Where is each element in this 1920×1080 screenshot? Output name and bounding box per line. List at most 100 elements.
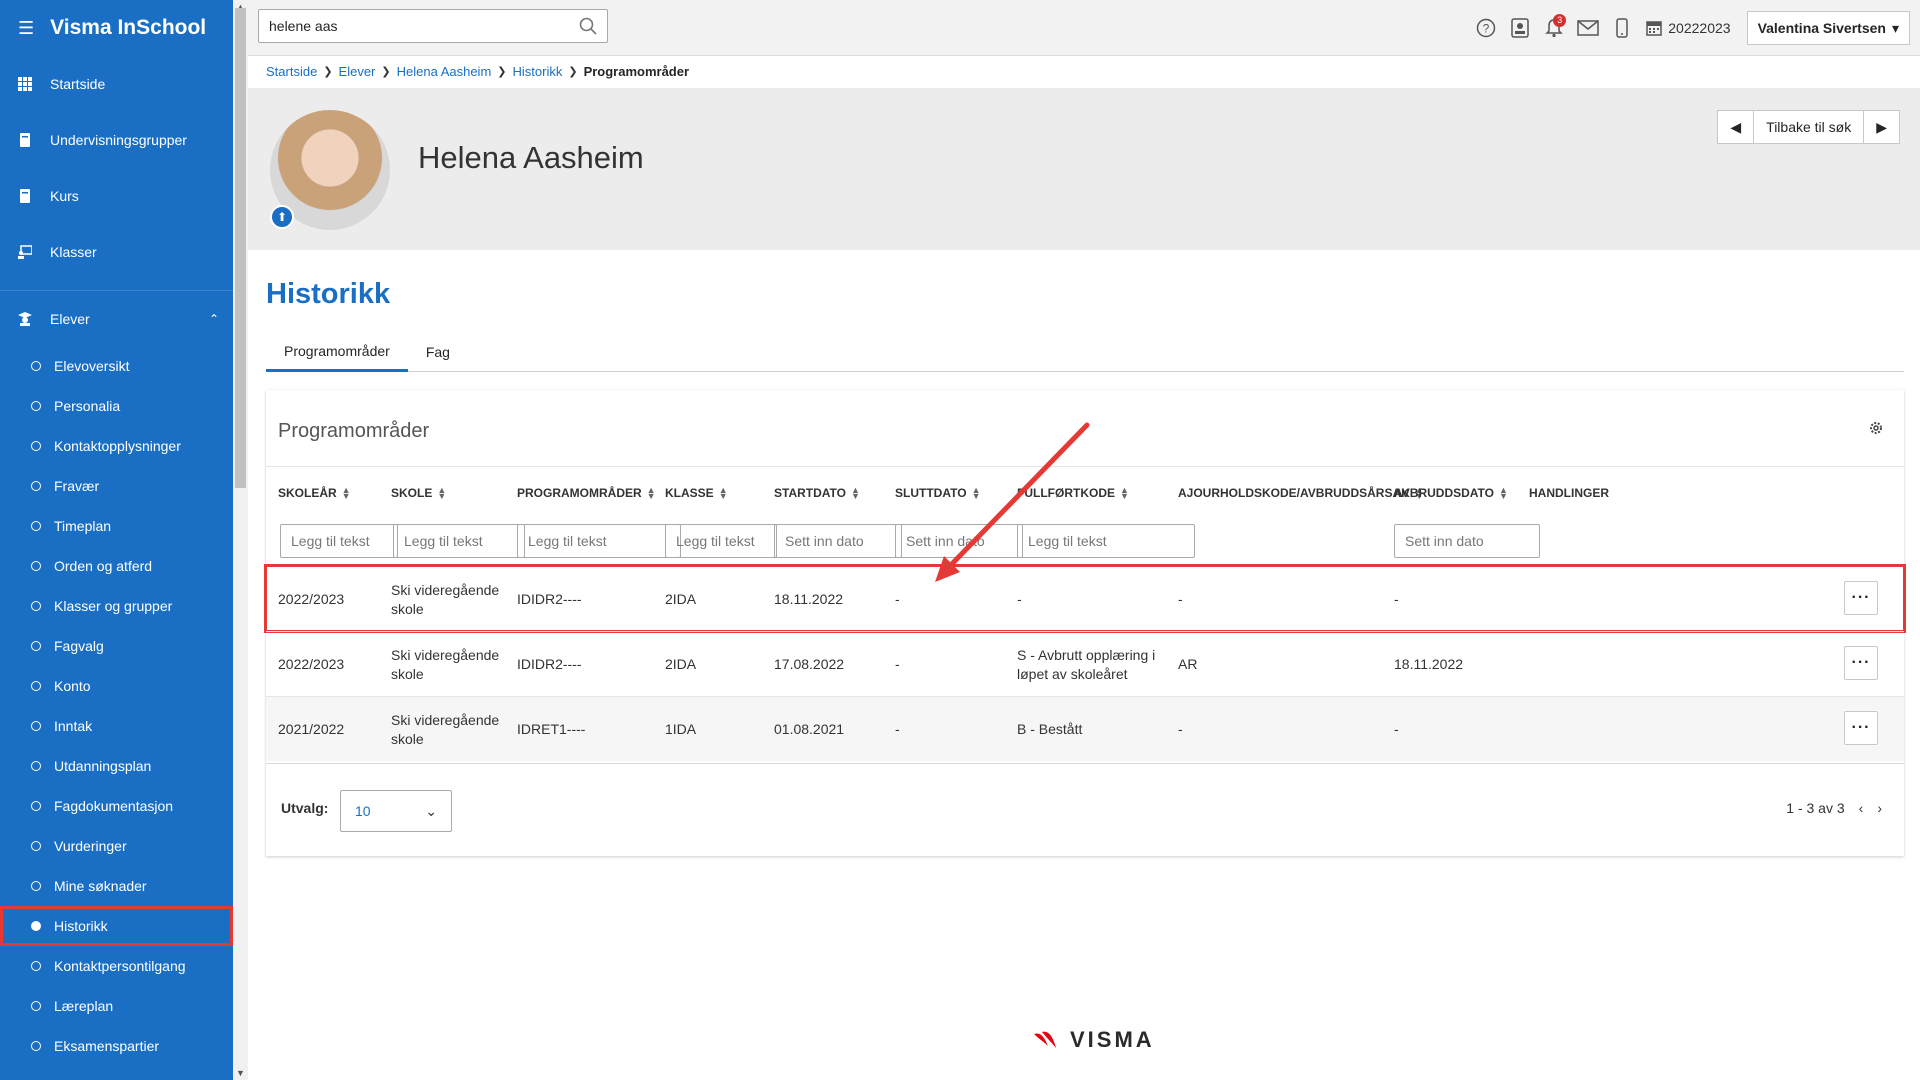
sort-icon[interactable]: ▲ ▼ xyxy=(972,486,981,501)
cell-skolear: 2022/2023 xyxy=(278,591,345,607)
bullet-icon xyxy=(31,361,41,371)
sidebar-item-label: Startside xyxy=(50,76,106,92)
menu-icon[interactable]: ☰ xyxy=(18,18,34,39)
row-actions-button[interactable]: ··· xyxy=(1844,646,1878,680)
page-size-select[interactable]: 10 ⌄ xyxy=(340,790,452,832)
sidebar-subitem-fagdokumentasjon[interactable]: Fagdokumentasjon xyxy=(0,786,233,826)
sidebar-subitem-læreplan[interactable]: Læreplan xyxy=(0,986,233,1026)
contact-card-icon[interactable] xyxy=(1504,12,1536,44)
tab-fag[interactable]: Fag xyxy=(408,332,468,372)
column-header[interactable]: AJOURHOLDSKODE/AVBRUDDSÅRSAK ▲ ▼ xyxy=(1178,486,1424,501)
cell-start: 17.08.2022 xyxy=(774,656,845,672)
cell-program: IDRET1---- xyxy=(517,721,586,737)
sort-icon[interactable]: ▲ ▼ xyxy=(851,486,860,501)
notifications-icon[interactable]: 3 xyxy=(1538,12,1570,44)
sidebar-subitem-vurderinger[interactable]: Vurderinger xyxy=(0,826,233,866)
chevron-up-icon: ⌃ xyxy=(208,311,219,326)
sidebar-subitem-inntak[interactable]: Inntak xyxy=(0,706,233,746)
search-input[interactable]: helene aas xyxy=(258,9,608,43)
sidebar-subitem-konto[interactable]: Konto xyxy=(0,666,233,706)
date-filter-input[interactable]: Sett inn dato xyxy=(774,524,902,558)
sidebar-subitem-elevoversikt[interactable]: Elevoversikt xyxy=(0,346,233,386)
sidebar-subitem-samtaler[interactable]: Samtaler xyxy=(0,1066,233,1080)
column-header-label: SKOLEÅR xyxy=(278,486,337,500)
sidebar-subitem-fagvalg[interactable]: Fagvalg xyxy=(0,626,233,666)
text-filter-input[interactable]: Legg til tekst xyxy=(665,524,777,558)
sidebar-item-kurs[interactable]: Kurs xyxy=(0,168,233,224)
sidebar-subitem-label: Inntak xyxy=(54,718,93,734)
sort-icon[interactable]: ▲ ▼ xyxy=(342,486,351,501)
sort-icon[interactable]: ▲ ▼ xyxy=(1499,486,1508,501)
sidebar-subitem-mine-søknader[interactable]: Mine søknader xyxy=(0,866,233,906)
breadcrumb-student[interactable]: Helena Aasheim xyxy=(397,64,492,79)
sidebar-subitem-personalia[interactable]: Personalia xyxy=(0,386,233,426)
sidebar-item-elever[interactable]: Elever ⌃ xyxy=(0,290,233,346)
bullet-icon xyxy=(31,481,41,491)
column-header[interactable]: KLASSE ▲ ▼ xyxy=(665,486,728,501)
sidebar-scrollbar[interactable]: ▲ ▼ xyxy=(233,0,248,1080)
sidebar-item-startside[interactable]: Startside xyxy=(0,56,233,112)
sidebar-item-undervisningsgrupper[interactable]: Undervisningsgrupper xyxy=(0,112,233,168)
column-header[interactable]: SLUTTDATO ▲ ▼ xyxy=(895,486,981,501)
sidebar-item-klasser[interactable]: Klasser xyxy=(0,224,233,280)
text-filter-input[interactable]: Legg til tekst xyxy=(280,524,398,558)
tab-programomrader[interactable]: Programområder xyxy=(266,332,408,372)
back-to-search-button[interactable]: Tilbake til søk xyxy=(1754,111,1865,143)
column-header[interactable]: AVBRUDDSDATO ▲ ▼ xyxy=(1394,486,1508,501)
scroll-down-icon[interactable]: ▼ xyxy=(236,1068,245,1078)
sort-icon[interactable]: ▲ ▼ xyxy=(1120,486,1129,501)
cell-fullfort: - xyxy=(1017,591,1022,607)
gear-icon[interactable] xyxy=(1868,420,1884,436)
column-header[interactable]: SKOLE ▲ ▼ xyxy=(391,486,446,501)
column-header[interactable]: SKOLEÅR ▲ ▼ xyxy=(278,486,351,501)
column-header[interactable]: STARTDATO ▲ ▼ xyxy=(774,486,860,501)
cell-ajour: AR xyxy=(1178,656,1198,672)
breadcrumb-historikk[interactable]: Historikk xyxy=(513,64,563,79)
search-icon[interactable] xyxy=(579,17,597,35)
breadcrumb-startside[interactable]: Startside xyxy=(266,64,317,79)
sidebar-subitem-eksamenspartier[interactable]: Eksamenspartier xyxy=(0,1026,233,1066)
column-header[interactable]: PROGRAMOMRÅDER ▲ ▼ xyxy=(517,486,656,501)
sort-icon[interactable]: ▲ ▼ xyxy=(437,486,446,501)
sidebar-subitem-fravær[interactable]: Fravær xyxy=(0,466,233,506)
chevron-right-icon[interactable]: › xyxy=(1877,800,1882,816)
sidebar-subitem-orden-og-atferd[interactable]: Orden og atferd xyxy=(0,546,233,586)
text-filter-input[interactable]: Legg til tekst xyxy=(517,524,681,558)
mobile-icon[interactable] xyxy=(1606,12,1638,44)
text-filter-input[interactable]: Legg til tekst xyxy=(1017,524,1195,558)
mail-icon[interactable] xyxy=(1572,12,1604,44)
bullet-icon xyxy=(31,801,41,811)
date-filter-input[interactable]: Sett inn dato xyxy=(1394,524,1540,558)
chevron-left-icon[interactable]: ‹ xyxy=(1859,800,1864,816)
row-actions-button[interactable]: ··· xyxy=(1844,581,1878,615)
row-actions-button[interactable]: ··· xyxy=(1844,711,1878,745)
caret-right-icon: ▶ xyxy=(1876,118,1887,135)
school-year-selector[interactable]: 20222023 xyxy=(1646,20,1731,36)
sidebar-subitem-kontaktopplysninger[interactable]: Kontaktopplysninger xyxy=(0,426,233,466)
app-brand[interactable]: ☰ Visma InSchool xyxy=(0,0,233,56)
sidebar-subitem-historikk[interactable]: Historikk xyxy=(0,906,233,946)
upload-icon[interactable]: ⬆ xyxy=(270,205,294,229)
sidebar-subitem-kontaktpersontilgang[interactable]: Kontaktpersontilgang xyxy=(0,946,233,986)
next-student-button[interactable]: ▶ xyxy=(1864,111,1899,143)
text-filter-input[interactable]: Legg til tekst xyxy=(393,524,525,558)
previous-student-button[interactable]: ◀ xyxy=(1718,111,1755,143)
sort-icon[interactable]: ▲ ▼ xyxy=(719,486,728,501)
date-filter-input[interactable]: Sett inn dato xyxy=(895,524,1023,558)
column-header[interactable]: FULLFØRTKODE ▲ ▼ xyxy=(1017,486,1129,501)
page-title: Historikk xyxy=(266,278,391,310)
sidebar-subitem-utdanningsplan[interactable]: Utdanningsplan xyxy=(0,746,233,786)
sidebar: ☰ Visma InSchool Startside Undervisnings… xyxy=(0,0,233,1080)
sidebar-subitem-timeplan[interactable]: Timeplan xyxy=(0,506,233,546)
calendar-icon xyxy=(1646,21,1663,36)
sidebar-subitem-klasser-og-grupper[interactable]: Klasser og grupper xyxy=(0,586,233,626)
sort-icon[interactable]: ▲ ▼ xyxy=(647,486,656,501)
cell-slutt: - xyxy=(895,591,900,607)
table-row: 2021/2022 Ski videregående skole IDRET1---… xyxy=(266,696,1904,761)
help-icon[interactable]: ? xyxy=(1470,12,1502,44)
column-header: HANDLINGER xyxy=(1529,486,1609,500)
scrollbar-thumb[interactable] xyxy=(235,8,246,488)
search-value[interactable]: helene aas xyxy=(269,18,579,34)
breadcrumb-elever[interactable]: Elever xyxy=(339,64,376,79)
user-menu-button[interactable]: Valentina Sivertsen ▾ xyxy=(1746,11,1910,45)
